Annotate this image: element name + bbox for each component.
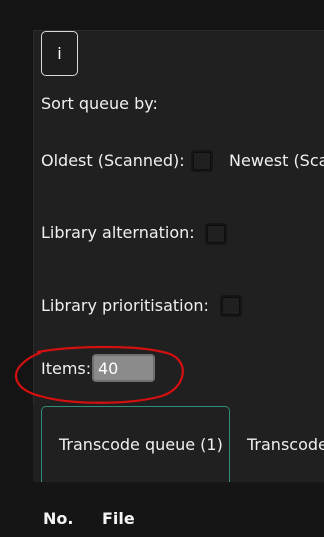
queue-table <box>33 482 324 537</box>
tab-transcode[interactable]: Transcode <box>231 406 324 482</box>
tab-transcode-queue[interactable]: Transcode queue (1) <box>41 406 230 482</box>
column-header-no[interactable]: No. <box>43 509 73 528</box>
tab-transcode-queue-label: Transcode queue (1) <box>59 435 223 454</box>
left-edge-strip <box>0 0 33 537</box>
oldest-scanned-label: Oldest (Scanned): <box>41 151 185 170</box>
items-label: Items: <box>41 359 92 378</box>
library-prioritisation-checkbox[interactable] <box>220 295 242 317</box>
newest-scanned-label: Newest (Sca <box>229 151 324 170</box>
library-alternation-checkbox[interactable] <box>205 223 227 245</box>
column-header-file[interactable]: File <box>102 509 135 528</box>
sort-queue-heading: Sort queue by: <box>41 94 158 113</box>
tab-transcode-label: Transcode <box>247 434 324 454</box>
items-count-input[interactable] <box>92 354 155 382</box>
library-alternation-label: Library alternation: <box>41 223 195 242</box>
oldest-scanned-checkbox[interactable] <box>191 150 213 172</box>
top-edge-strip <box>33 0 324 30</box>
info-button[interactable]: i <box>41 31 78 76</box>
library-prioritisation-label: Library prioritisation: <box>41 296 209 315</box>
